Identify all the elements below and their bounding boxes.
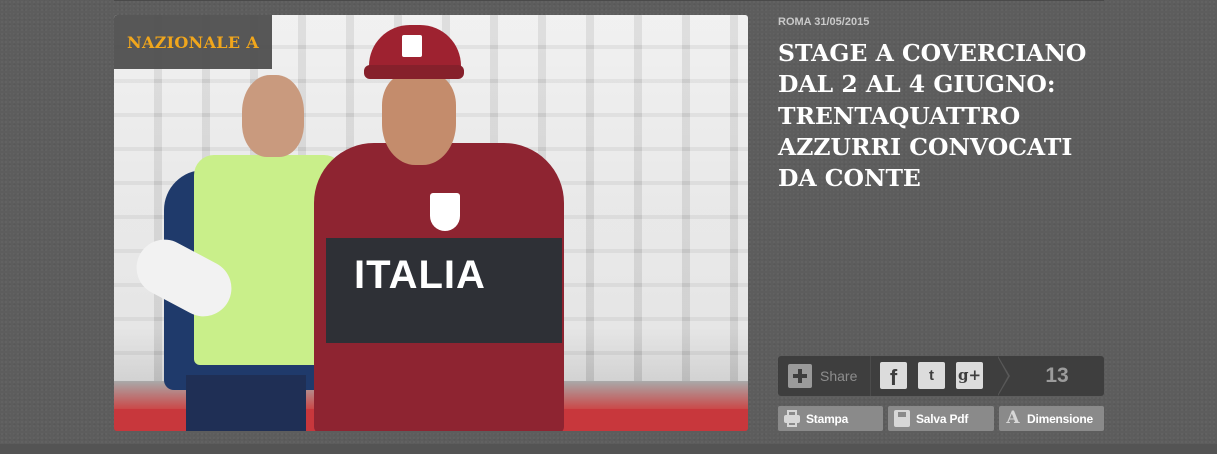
share-count: 13 — [1045, 364, 1069, 387]
share-separator — [870, 356, 871, 396]
font-size-label: Dimensione — [1027, 411, 1094, 426]
save-pdf-button[interactable]: Salva Pdf — [888, 406, 994, 431]
bottom-band — [0, 444, 1217, 454]
article-photo[interactable]: ITALIA — [114, 15, 748, 431]
coach-figure: ITALIA — [314, 25, 574, 431]
article-dateline: ROMA 31/05/2015 — [778, 16, 870, 28]
share-button[interactable]: Share — [788, 364, 868, 388]
share-bar: Share f t g+ 13 — [778, 356, 1104, 396]
article-headline: STAGE A COVERCIANO DAL 2 AL 4 GIUGNO: TR… — [778, 39, 1087, 192]
font-size-button[interactable]: A Dimensione — [999, 406, 1104, 431]
category-label[interactable]: NAZIONALE A — [114, 15, 272, 69]
plus-icon — [788, 364, 812, 388]
facebook-icon[interactable]: f — [880, 362, 907, 390]
floppy-disk-icon — [894, 410, 910, 427]
print-label: Stampa — [806, 411, 849, 426]
print-button[interactable]: Stampa — [778, 406, 883, 431]
top-divider — [114, 0, 1104, 1]
printer-icon — [784, 410, 800, 427]
twitter-icon[interactable]: t — [918, 362, 945, 389]
font-size-icon: A — [1006, 408, 1020, 428]
jacket-lettering: ITALIA — [354, 253, 486, 297]
italy-badge-icon — [430, 193, 460, 231]
google-plus-icon[interactable]: g+ — [956, 362, 983, 389]
share-label: Share — [820, 368, 858, 384]
category-text: NAZIONALE A — [127, 32, 259, 52]
save-pdf-label: Salva Pdf — [916, 411, 969, 426]
